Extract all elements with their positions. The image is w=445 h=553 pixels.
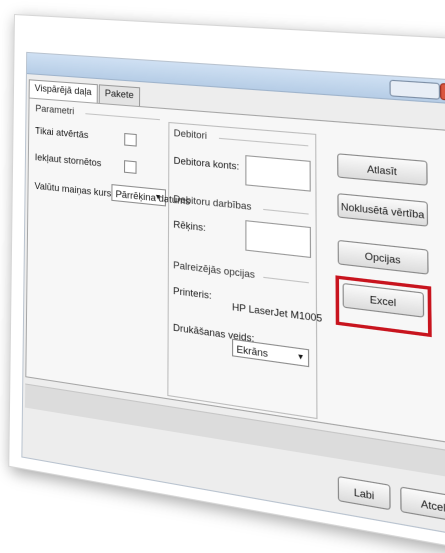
print-mode-value: Ekrāns <box>236 344 267 359</box>
group-divider <box>85 113 160 120</box>
close-button[interactable]: ✕ <box>440 83 445 102</box>
invoice-label: Rēķins: <box>173 219 205 233</box>
exchange-rate-label: Valūtu maiņas kursi: <box>34 181 116 200</box>
screenshot-card: ✕ Vispārējā daļa Pakete Parametri Tikai … <box>8 14 445 553</box>
group-divider <box>263 277 309 284</box>
open-only-checkbox[interactable] <box>124 133 137 147</box>
debtors-group-title: Debitori <box>174 128 207 141</box>
options-button[interactable]: Opcijas <box>338 240 429 275</box>
debtors-panel: Debitori Debitora konts: Debitoru darbīb… <box>167 122 317 419</box>
dialog-window: ✕ Vispārējā daļa Pakete Parametri Tikai … <box>21 52 445 539</box>
debtor-account-field[interactable] <box>245 155 310 192</box>
chevron-down-icon: ▼ <box>297 349 305 368</box>
debtor-account-label: Debitora konts: <box>174 155 240 172</box>
ok-button[interactable]: Labi <box>338 476 391 510</box>
default-value-button[interactable]: Noklusētā vērtība <box>337 193 428 227</box>
chevron-down-icon: ▼ <box>154 189 161 207</box>
output-group-title: Palreizējās opcijas <box>173 260 255 281</box>
include-reversed-checkbox[interactable] <box>124 160 137 174</box>
group-divider <box>219 138 308 147</box>
open-only-label: Tikai atvērtās <box>35 125 88 140</box>
include-reversed-label: Iekļaut stornētos <box>35 152 102 169</box>
select-button[interactable]: Atlasīt <box>337 153 428 186</box>
group-divider <box>263 209 308 215</box>
printer-label: Printeris: <box>173 285 212 301</box>
parameters-group-title: Parametri <box>35 103 74 116</box>
minimize-button[interactable] <box>389 80 440 100</box>
cancel-button[interactable]: Atcelt <box>400 486 445 524</box>
debtor-ops-group-title: Debitoru darbības <box>173 193 251 212</box>
print-mode-select[interactable]: Ekrāns ▼ <box>232 339 309 367</box>
printer-value[interactable]: HP LaserJet M1005 <box>232 301 322 324</box>
exchange-rate-select[interactable]: Pārrēķina datums ▼ <box>111 184 166 206</box>
invoice-field[interactable] <box>245 220 311 258</box>
